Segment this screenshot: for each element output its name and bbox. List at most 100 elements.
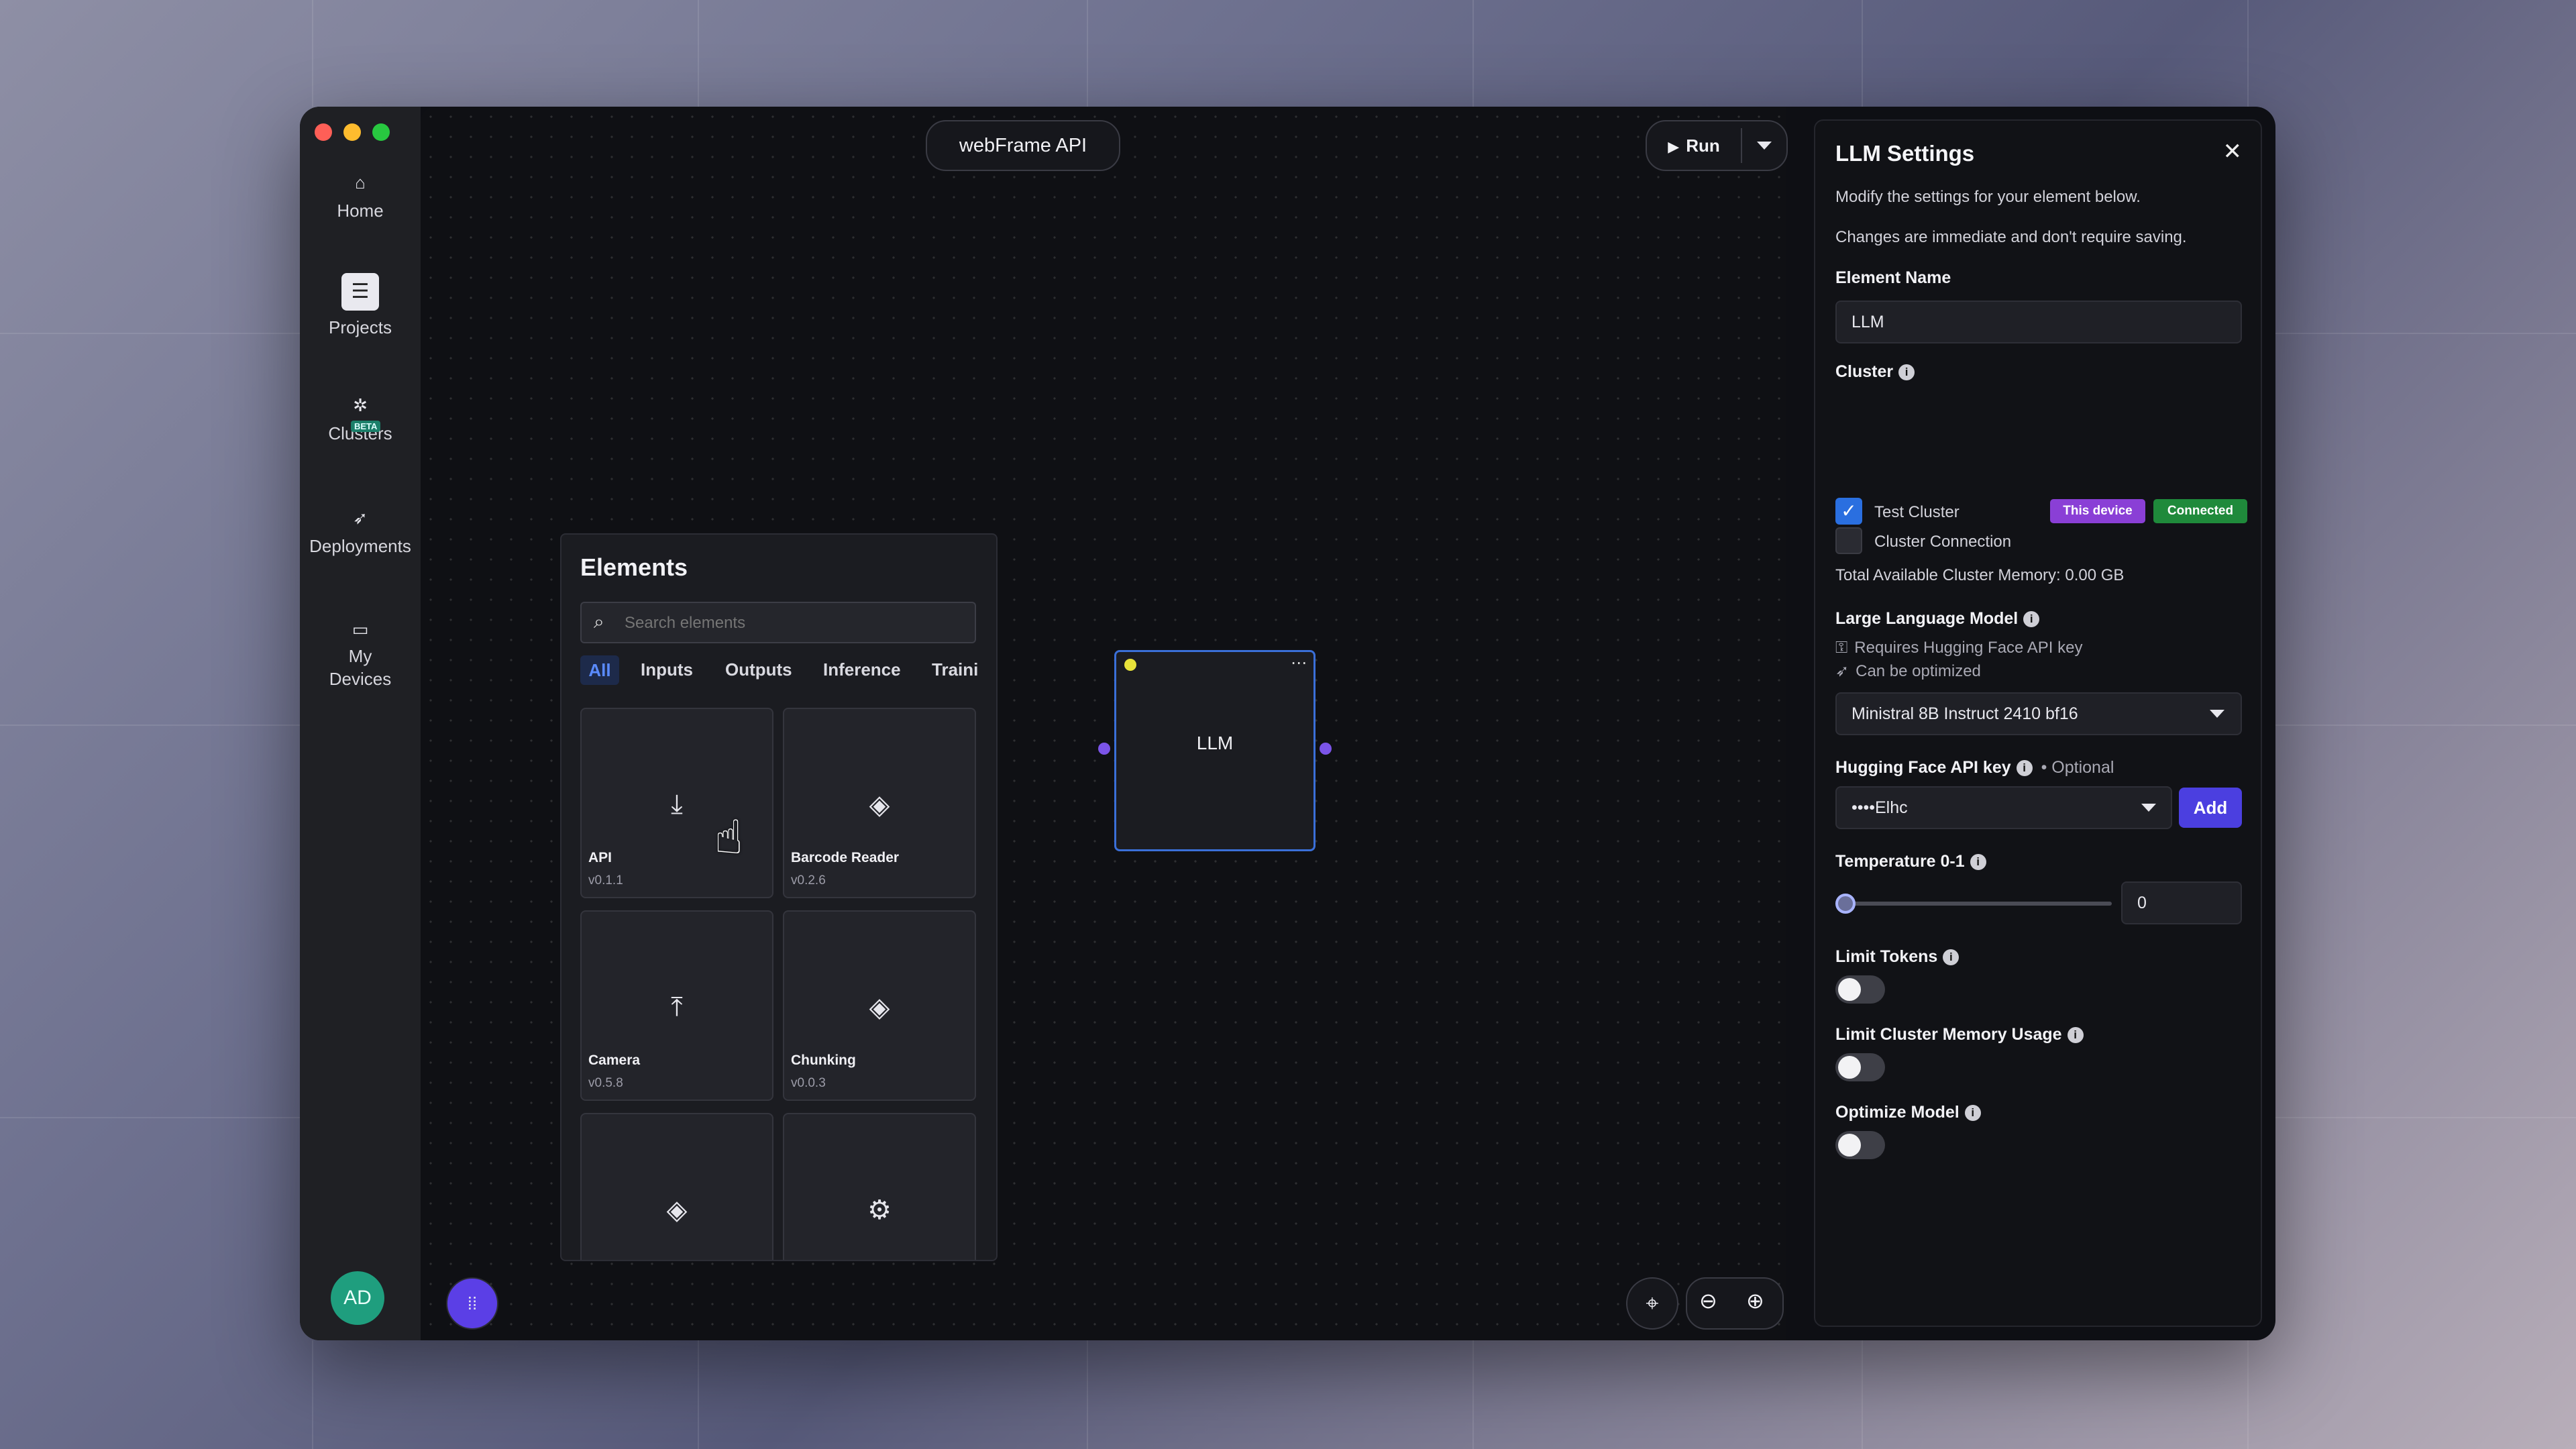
project-title[interactable]: webFrame API — [926, 120, 1120, 171]
status-dot — [1124, 659, 1136, 671]
recenter-button[interactable]: ⌖ — [1626, 1277, 1678, 1330]
temperature-slider-handle[interactable] — [1835, 894, 1856, 914]
sidebar-item-projects[interactable]: ☰ Projects — [300, 273, 421, 338]
chevron-down-icon — [1757, 142, 1772, 150]
info-icon[interactable]: i — [2067, 1027, 2084, 1043]
info-icon[interactable]: i — [1943, 949, 1960, 965]
element-card-chunking[interactable]: ◈ Chunking v0.0.3 — [783, 910, 976, 1101]
home-icon: ⌂ — [355, 172, 366, 193]
card-version: v0.5.8 — [588, 1076, 623, 1090]
info-icon[interactable]: i — [1898, 364, 1915, 380]
info-icon[interactable]: i — [1970, 854, 1986, 870]
sidebar-item-home[interactable]: ⌂ Home — [300, 171, 421, 221]
chevron-down-icon — [2210, 710, 2224, 718]
element-name-input[interactable] — [1835, 301, 2242, 343]
card-name: Camera — [588, 1053, 641, 1068]
optimize-model-label-text: Optimize Model — [1835, 1103, 1960, 1122]
minimize-window-button[interactable] — [343, 123, 361, 141]
projects-icon: ☰ — [341, 273, 379, 311]
flow-canvas[interactable]: webFrame API ▶ Run ⋯ LLM Elements ⌕ All — [421, 107, 1788, 1340]
background-line — [0, 1117, 300, 1118]
background-line — [1862, 1340, 1863, 1449]
background-line — [1472, 1340, 1474, 1449]
limit-memory-toggle[interactable] — [1835, 1053, 1885, 1081]
tab-all[interactable]: All — [580, 655, 619, 685]
rocket-icon: ➶ — [1835, 662, 1849, 680]
run-options-button[interactable] — [1742, 121, 1786, 170]
run-button[interactable]: ▶ Run — [1647, 121, 1741, 170]
limit-memory-label-text: Limit Cluster Memory Usage — [1835, 1025, 2062, 1044]
llm-note: ➶ Can be optimized — [1835, 661, 1981, 681]
tab-outputs[interactable]: Outputs — [725, 659, 792, 680]
background-line — [1472, 0, 1474, 107]
clusters-icon: ✲ — [353, 395, 368, 415]
background-line — [2275, 724, 2576, 726]
temperature-slider-track[interactable] — [1835, 902, 2112, 906]
element-card[interactable]: ◈ — [580, 1113, 773, 1260]
element-card-camera[interactable]: ⤒ Camera v0.5.8 — [580, 910, 773, 1101]
test-cluster-checkbox[interactable]: ✓ — [1835, 498, 1862, 525]
checkmark-icon: ✓ — [1841, 500, 1857, 521]
info-icon[interactable]: i — [1964, 1105, 1981, 1121]
hf-key-select[interactable]: ••••Elhc — [1835, 786, 2172, 829]
llm-label-text: Large Language Model — [1835, 609, 2019, 628]
tab-inputs[interactable]: Inputs — [641, 659, 693, 680]
optimize-model-label: Optimize Model i — [1835, 1103, 1981, 1122]
search-box[interactable]: ⌕ — [580, 602, 976, 643]
shapes-icon: ◈ — [869, 993, 890, 1022]
info-icon[interactable]: i — [2023, 611, 2040, 627]
search-input[interactable] — [625, 610, 960, 637]
tab-training[interactable]: Traini — [932, 659, 978, 680]
info-icon[interactable]: i — [2016, 760, 2033, 776]
zoom-out-icon[interactable]: ⊖ — [1699, 1288, 1717, 1313]
element-card-api[interactable]: ⤓ API v0.1.1 — [580, 708, 773, 898]
sidebar-item-clusters[interactable]: ✲ BETA Clusters — [300, 394, 421, 444]
limit-tokens-toggle[interactable] — [1835, 975, 1885, 1004]
more-icon[interactable]: ⋯ — [1291, 653, 1307, 673]
sidebar-item-label: Home — [337, 201, 384, 221]
sidebar: ⌂ Home ☰ Projects ✲ BETA Clusters ➶ Depl… — [300, 107, 421, 1340]
element-card[interactable]: ⚙ — [783, 1113, 976, 1260]
elements-panel: Elements ⌕ All Inputs Outputs Inference … — [560, 533, 998, 1261]
limit-memory-label: Limit Cluster Memory Usage i — [1835, 1025, 2084, 1044]
element-card-barcode-reader[interactable]: ◈ Barcode Reader v0.2.6 — [783, 708, 976, 898]
elements-toggle-button[interactable]: ⁞⁞ — [446, 1277, 498, 1330]
node-label: LLM — [1196, 733, 1234, 753]
maximize-window-button[interactable] — [372, 123, 390, 141]
optional-text: • Optional — [2041, 758, 2114, 777]
tab-inference[interactable]: Inference — [823, 659, 901, 680]
output-port[interactable] — [1320, 743, 1332, 755]
run-button-group: ▶ Run — [1646, 120, 1788, 171]
hf-key-label-text: Hugging Face API key — [1835, 758, 2011, 777]
add-key-button[interactable]: Add — [2179, 788, 2242, 828]
sidebar-item-my-devices[interactable]: ▭ My Devices — [300, 618, 421, 690]
llm-select[interactable]: Ministral 8B Instruct 2410 bf16 — [1835, 692, 2242, 735]
llm-node[interactable]: ⋯ LLM — [1114, 650, 1316, 851]
run-label: Run — [1686, 136, 1720, 156]
llm-note-text: Can be optimized — [1856, 662, 1981, 680]
limit-tokens-label: Limit Tokens i — [1835, 947, 1960, 967]
this-device-badge: This device — [2050, 499, 2145, 523]
llm-note: ⚿ Requires Hugging Face API key — [1835, 639, 2082, 657]
sidebar-item-deployments[interactable]: ➶ Deployments — [300, 506, 421, 557]
avatar[interactable]: AD — [331, 1271, 384, 1325]
background-line — [2275, 1117, 2576, 1118]
cluster-connection-checkbox[interactable] — [1835, 527, 1862, 554]
upload-icon: ⤒ — [671, 992, 683, 1022]
settings-description: Changes are immediate and don't require … — [1835, 228, 2187, 246]
input-port[interactable] — [1098, 743, 1110, 755]
zoom-in-icon[interactable]: ⊕ — [1746, 1288, 1764, 1313]
background-line — [312, 1340, 313, 1449]
hf-key-value: ••••Elhc — [1851, 798, 1908, 817]
card-name: API — [588, 850, 612, 865]
close-icon[interactable]: ✕ — [2223, 138, 2243, 165]
optimize-model-toggle[interactable] — [1835, 1131, 1885, 1159]
search-icon: ⌕ — [594, 611, 604, 632]
memory-text: Total Available Cluster Memory: 0.00 GB — [1835, 566, 2125, 584]
shapes-icon: ◈ — [869, 790, 890, 820]
background-line — [1862, 0, 1863, 107]
temperature-label: Temperature 0-1 i — [1835, 852, 1986, 871]
element-name-label: Element Name — [1835, 268, 1951, 287]
temperature-input[interactable] — [2121, 881, 2242, 924]
close-window-button[interactable] — [315, 123, 332, 141]
